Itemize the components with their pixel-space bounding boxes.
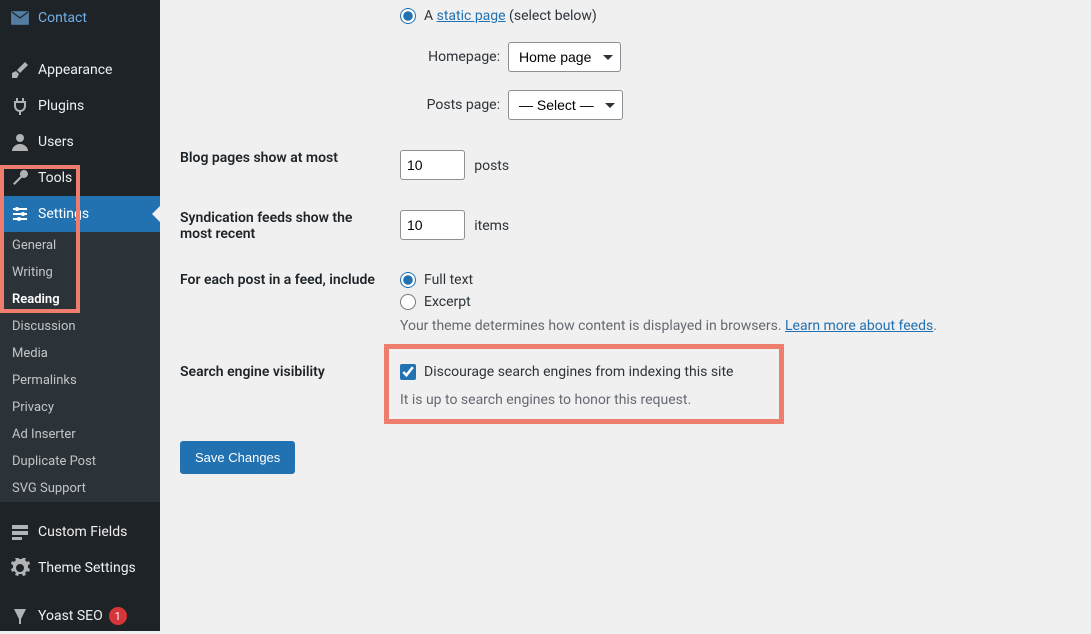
submenu-reading[interactable]: Reading <box>0 286 160 313</box>
sidebar-item-label: Theme Settings <box>38 560 136 576</box>
radio-excerpt-line[interactable]: Excerpt <box>400 294 1071 310</box>
homepage-select[interactable]: Home page <box>508 42 621 72</box>
blog-pages-label: Blog pages show at most <box>180 150 400 166</box>
submenu-ad-inserter[interactable]: Ad Inserter <box>0 421 160 448</box>
sidebar-item-label: Contact <box>38 10 87 26</box>
feed-description: Your theme determines how content is dis… <box>400 318 1071 334</box>
homepage-select-label: Homepage: <box>400 49 500 65</box>
submenu-duplicate-post[interactable]: Duplicate Post <box>0 448 160 475</box>
submenu-writing[interactable]: Writing <box>0 259 160 286</box>
search-visibility-label: Search engine visibility <box>180 364 400 380</box>
radio-static-page[interactable]: A static page (select below) <box>400 8 1071 24</box>
fulltext-label: Full text <box>424 272 473 288</box>
static-page-link[interactable]: static page <box>437 8 506 24</box>
mail-icon <box>10 8 30 28</box>
sidebar-item-custom-fields[interactable]: Custom Fields <box>0 514 160 550</box>
sidebar-item-plugins[interactable]: Plugins <box>0 88 160 124</box>
sidebar-item-yoast[interactable]: Yoast SEO 1 <box>0 598 160 634</box>
user-icon <box>10 132 30 152</box>
blog-pages-input[interactable] <box>400 150 465 180</box>
sidebar-item-label: Appearance <box>38 62 112 78</box>
submenu-privacy[interactable]: Privacy <box>0 394 160 421</box>
admin-sidebar: Contact Appearance Plugins Users Tools S… <box>0 0 160 631</box>
discourage-label: Discourage search engines from indexing … <box>424 364 733 380</box>
search-visibility-note: It is up to search engines to honor this… <box>400 392 1071 408</box>
submenu-media[interactable]: Media <box>0 340 160 367</box>
sidebar-item-contact[interactable]: Contact <box>0 0 160 36</box>
syndication-unit: items <box>474 218 509 234</box>
gear-icon <box>10 558 30 578</box>
radio-fulltext[interactable] <box>400 272 416 288</box>
discourage-checkbox[interactable] <box>400 364 416 380</box>
sidebar-item-label: Users <box>38 134 74 150</box>
sidebar-item-label: Settings <box>38 206 89 222</box>
submenu-permalinks[interactable]: Permalinks <box>0 367 160 394</box>
sidebar-item-tools[interactable]: Tools <box>0 160 160 196</box>
blog-pages-unit: posts <box>474 158 509 174</box>
sidebar-item-label: Custom Fields <box>38 524 127 540</box>
submenu-svg-support[interactable]: SVG Support <box>0 475 160 502</box>
posts-page-select-label: Posts page: <box>400 97 500 113</box>
notification-badge: 1 <box>109 607 127 625</box>
submenu-general[interactable]: General <box>0 232 160 259</box>
static-page-label: A static page (select below) <box>424 8 597 24</box>
sidebar-item-label: Yoast SEO <box>38 608 103 624</box>
syndication-label: Syndication feeds show the most recent <box>180 210 400 242</box>
yoast-icon <box>10 606 30 626</box>
wrench-icon <box>10 168 30 188</box>
submenu-discussion[interactable]: Discussion <box>0 313 160 340</box>
sliders-icon <box>10 204 30 224</box>
radio-excerpt[interactable] <box>400 294 416 310</box>
posts-page-select[interactable]: — Select — <box>508 90 623 120</box>
feed-include-label: For each post in a feed, include <box>180 272 400 288</box>
sidebar-item-appearance[interactable]: Appearance <box>0 52 160 88</box>
radio-fulltext-line[interactable]: Full text <box>400 272 1071 288</box>
learn-more-feeds-link[interactable]: Learn more about feeds <box>785 318 933 334</box>
discourage-checkbox-line[interactable]: Discourage search engines from indexing … <box>400 364 1071 380</box>
excerpt-label: Excerpt <box>424 294 471 310</box>
settings-submenu: General Writing Reading Discussion Media… <box>0 232 160 502</box>
save-button[interactable]: Save Changes <box>180 441 295 474</box>
sidebar-item-label: Plugins <box>38 98 84 114</box>
brush-icon <box>10 60 30 80</box>
sidebar-item-theme-settings[interactable]: Theme Settings <box>0 550 160 586</box>
homepage-static-radio[interactable] <box>400 8 416 24</box>
fields-icon <box>10 522 30 542</box>
plug-icon <box>10 96 30 116</box>
sidebar-item-label: Tools <box>38 170 72 186</box>
settings-reading-content: A static page (select below) Homepage: H… <box>160 0 1091 631</box>
sidebar-item-users[interactable]: Users <box>0 124 160 160</box>
sidebar-item-settings[interactable]: Settings <box>0 196 160 232</box>
syndication-input[interactable] <box>400 210 465 240</box>
